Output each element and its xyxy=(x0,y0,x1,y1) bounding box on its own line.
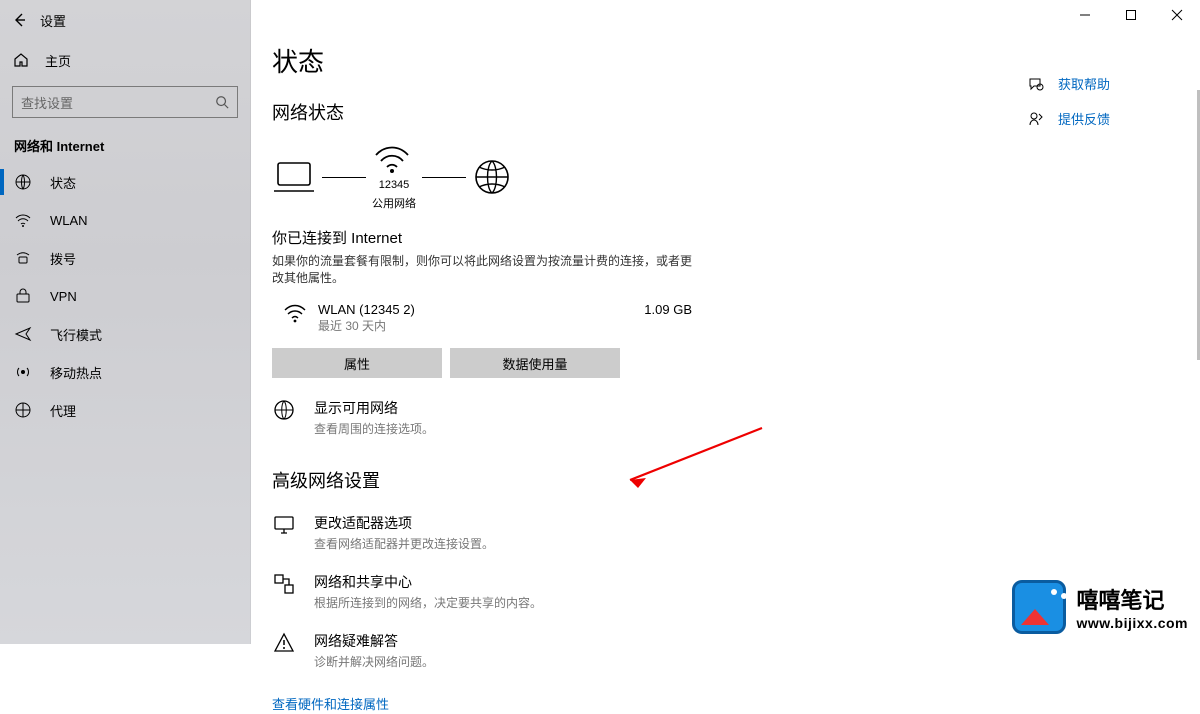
feedback-link[interactable]: 提供反馈 xyxy=(1028,109,1110,128)
sidebar-item-hotspot[interactable]: 移动热点 xyxy=(0,353,250,391)
dialup-icon xyxy=(14,249,32,267)
close-button[interactable] xyxy=(1154,0,1200,30)
connection-row: WLAN (12345 2) 最近 30 天内 1.09 GB xyxy=(272,302,692,334)
get-help-link[interactable]: 获取帮助 xyxy=(1028,74,1110,93)
advanced-heading: 高级网络设置 xyxy=(272,467,1200,493)
home-icon xyxy=(13,52,29,68)
network-diagram: 12345 公用网络 xyxy=(272,143,1200,211)
watermark-url: www.bijixx.com xyxy=(1076,615,1188,631)
option-title: 网络和共享中心 xyxy=(314,572,542,592)
window-controls xyxy=(1062,0,1200,30)
status-icon xyxy=(14,173,32,191)
connection-amount: 1.09 GB xyxy=(644,302,692,317)
minimize-icon xyxy=(1079,9,1091,21)
chat-icon xyxy=(1028,76,1044,92)
sidebar-item-label: VPN xyxy=(50,289,77,304)
sidebar-item-wlan[interactable]: WLAN xyxy=(0,201,250,239)
airplane-icon xyxy=(14,325,32,343)
sidebar-item-label: 移动热点 xyxy=(50,363,102,382)
watermark-logo-icon xyxy=(1012,580,1066,634)
sidebar-section-label: 网络和 Internet xyxy=(0,118,250,163)
window-title: 设置 xyxy=(40,11,66,30)
connection-text: WLAN (12345 2) 最近 30 天内 xyxy=(318,302,644,334)
main-content: 状态 网络状态 12345 公用网络 你已连接到 Internet 如果你的流量… xyxy=(272,0,1200,644)
watermark-text: 嘻嘻笔记 xyxy=(1076,583,1188,615)
adapter-options[interactable]: 更改适配器选项 查看网络适配器并更改连接设置。 xyxy=(272,513,1200,552)
watermark: 嘻嘻笔记 www.bijixx.com xyxy=(1012,580,1188,634)
sidebar-item-vpn[interactable]: VPN xyxy=(0,277,250,315)
wifi-node: 12345 公用网络 xyxy=(372,143,416,211)
home-button[interactable]: 主页 xyxy=(0,40,250,80)
help-label: 获取帮助 xyxy=(1058,74,1110,93)
proxy-icon xyxy=(14,401,32,419)
option-title: 更改适配器选项 xyxy=(314,513,494,533)
sidebar: 设置 主页 查找设置 网络和 Internet 状态 WLAN 拨号 VPN 飞… xyxy=(0,0,251,644)
search-container: 查找设置 xyxy=(12,86,238,118)
wifi-icon xyxy=(14,211,32,229)
wifi-large-icon xyxy=(372,143,412,175)
page-title: 状态 xyxy=(272,0,1200,79)
share-icon xyxy=(272,572,296,596)
sidebar-item-dialup[interactable]: 拨号 xyxy=(0,239,250,277)
diagram-line xyxy=(322,177,366,178)
maximize-button[interactable] xyxy=(1108,0,1154,30)
sidebar-item-proxy[interactable]: 代理 xyxy=(0,391,250,429)
warning-icon xyxy=(272,631,296,655)
option-desc: 根据所连接到的网络，决定要共享的内容。 xyxy=(314,594,542,611)
feedback-icon xyxy=(1028,111,1044,127)
diagram-line xyxy=(422,177,466,178)
diagram-net-type: 公用网络 xyxy=(372,195,416,211)
sidebar-item-label: 代理 xyxy=(50,401,76,420)
back-button[interactable] xyxy=(0,0,40,40)
arrow-left-icon xyxy=(12,12,28,28)
sidebar-header: 设置 xyxy=(0,0,250,40)
globe-icon xyxy=(472,157,512,197)
connected-description: 如果你的流量套餐有限制，则你可以将此网络设置为按流量计费的连接，或者更改其他属性… xyxy=(272,252,692,286)
sidebar-item-status[interactable]: 状态 xyxy=(0,163,250,201)
home-label: 主页 xyxy=(45,51,71,70)
search-icon xyxy=(215,95,229,109)
maximize-icon xyxy=(1125,9,1137,21)
hardware-link[interactable]: 查看硬件和连接属性 xyxy=(272,694,389,713)
vpn-icon xyxy=(14,287,32,305)
minimize-button[interactable] xyxy=(1062,0,1108,30)
feedback-label: 提供反馈 xyxy=(1058,109,1110,128)
help-panel: 获取帮助 提供反馈 xyxy=(1028,74,1110,144)
close-icon xyxy=(1171,9,1183,21)
option-desc: 查看网络适配器并更改连接设置。 xyxy=(314,535,494,552)
sidebar-item-label: 拨号 xyxy=(50,249,76,268)
sidebar-item-airplane[interactable]: 飞行模式 xyxy=(0,315,250,353)
connection-name: WLAN (12345 2) xyxy=(318,302,644,317)
sidebar-item-label: 飞行模式 xyxy=(50,325,102,344)
search-input[interactable]: 查找设置 xyxy=(12,86,238,118)
data-usage-button[interactable]: 数据使用量 xyxy=(450,348,620,378)
connection-buttons: 属性 数据使用量 xyxy=(272,348,1200,378)
sidebar-item-label: WLAN xyxy=(50,213,88,228)
globe-small-icon xyxy=(272,398,296,422)
option-title: 网络疑难解答 xyxy=(314,631,434,651)
wifi-icon xyxy=(272,302,318,324)
option-desc: 诊断并解决网络问题。 xyxy=(314,653,434,670)
connection-period: 最近 30 天内 xyxy=(318,317,644,334)
show-networks-option[interactable]: 显示可用网络 查看周围的连接选项。 xyxy=(272,398,1200,437)
connected-title: 你已连接到 Internet xyxy=(272,227,1200,248)
monitor-icon xyxy=(272,513,296,537)
search-placeholder: 查找设置 xyxy=(21,93,215,112)
diagram-ssid: 12345 xyxy=(372,179,416,191)
pc-icon xyxy=(272,159,316,195)
option-title: 显示可用网络 xyxy=(314,398,434,418)
sidebar-item-label: 状态 xyxy=(50,173,76,192)
troubleshoot-option[interactable]: 网络疑难解答 诊断并解决网络问题。 xyxy=(272,631,1200,670)
option-desc: 查看周围的连接选项。 xyxy=(314,420,434,437)
hotspot-icon xyxy=(14,363,32,381)
properties-button[interactable]: 属性 xyxy=(272,348,442,378)
